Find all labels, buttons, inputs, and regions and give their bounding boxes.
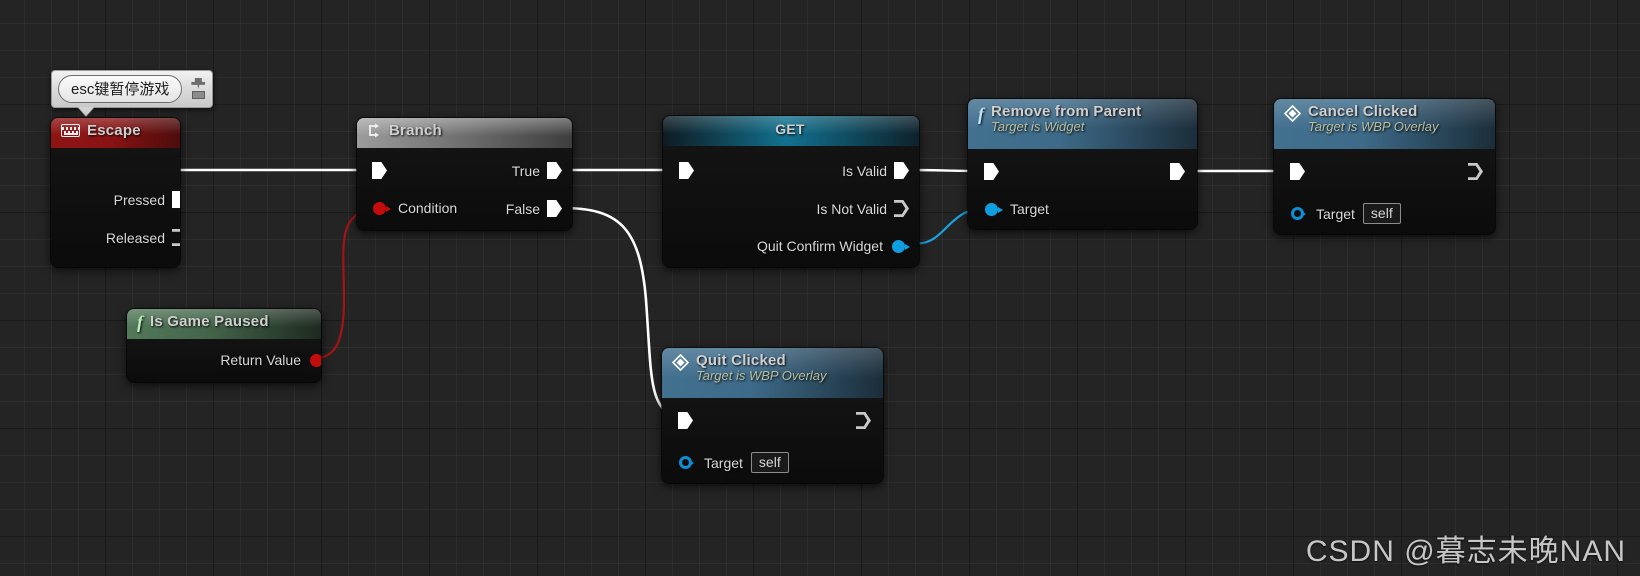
node-escape-title: Escape xyxy=(87,122,141,139)
comment-bubble[interactable]: esc键暂停游戏 xyxy=(51,70,214,116)
node-cancel-clicked-header: Cancel Clicked Target is WBP Overlay xyxy=(1274,99,1495,149)
node-cancel-clicked-subtitle: Target is WBP Overlay xyxy=(1308,119,1439,134)
pin-quit-exec-out[interactable] xyxy=(856,412,871,429)
pin-cancel-exec-out[interactable] xyxy=(1468,163,1483,180)
pin-branch-false-label: False xyxy=(505,200,540,217)
pin-escape-pressed-label: Pressed xyxy=(113,191,165,208)
cancel-target-value[interactable]: self xyxy=(1362,203,1401,224)
exec-pin-false[interactable] xyxy=(547,200,562,217)
pin-cancel-exec-in[interactable] xyxy=(1290,163,1305,180)
exec-pin-get-in[interactable] xyxy=(679,162,694,179)
pin-get-quit-confirm-widget[interactable]: Quit Confirm Widget xyxy=(756,238,910,254)
node-quit-clicked-body: Target self xyxy=(662,398,883,483)
pin-igp-return-value-label: Return Value xyxy=(220,352,301,368)
pin-igp-return-value[interactable]: Return Value xyxy=(220,352,321,368)
node-get-header: GET xyxy=(663,116,919,146)
pin-rfp-target[interactable]: Target xyxy=(985,201,1049,217)
node-branch-header: Branch xyxy=(357,118,572,148)
pin-escape-released-label: Released xyxy=(105,229,165,246)
node-quit-clicked[interactable]: Quit Clicked Target is WBP Overlay Targe… xyxy=(662,348,883,483)
node-branch-body: Condition True False xyxy=(357,148,572,230)
pin-rfp-target-label: Target xyxy=(1010,201,1049,217)
pin-get-is-not-valid[interactable]: Is Not Valid xyxy=(816,200,909,217)
node-cancel-clicked[interactable]: Cancel Clicked Target is WBP Overlay Tar… xyxy=(1274,99,1495,234)
node-quit-clicked-subtitle: Target is WBP Overlay xyxy=(696,368,827,383)
pin-branch-condition[interactable]: Condition xyxy=(373,200,457,216)
pin-escape-released[interactable]: Released xyxy=(106,229,180,246)
node-branch[interactable]: Branch Condition True False xyxy=(357,118,572,230)
pin-branch-true[interactable]: True xyxy=(512,162,562,179)
node-get-body: Is Valid Is Not Valid Quit Confirm Widge… xyxy=(663,146,919,267)
function-icon: f xyxy=(978,104,984,124)
exec-pin-rfp-in[interactable] xyxy=(984,163,999,180)
node-remove-from-parent[interactable]: f Remove from Parent Target is Widget Ta… xyxy=(968,99,1197,229)
node-cancel-clicked-body: Target self xyxy=(1274,149,1495,234)
node-quit-clicked-title: Quit Clicked xyxy=(696,352,786,369)
node-cancel-clicked-title: Cancel Clicked xyxy=(1308,103,1418,120)
exec-pin-is-valid[interactable] xyxy=(894,162,909,179)
pushpin-icon[interactable] xyxy=(190,78,206,100)
node-remove-from-parent-header: f Remove from Parent Target is Widget xyxy=(968,99,1197,149)
data-pin-cancel-target[interactable] xyxy=(1291,207,1306,220)
node-remove-from-parent-body: Target xyxy=(968,149,1197,229)
exec-pin-released[interactable] xyxy=(172,229,180,246)
pin-quit-target[interactable]: Target self xyxy=(679,452,789,473)
pin-cancel-target-label: Target xyxy=(1316,205,1355,222)
node-is-game-paused-title: Is Game Paused xyxy=(150,313,269,330)
pin-get-quit-confirm-widget-label: Quit Confirm Widget xyxy=(756,238,883,254)
pin-quit-target-label: Target xyxy=(704,454,743,471)
node-escape-header: Escape xyxy=(51,118,180,148)
comment-bubble-tail xyxy=(78,107,94,116)
node-is-game-paused-body: Return Value xyxy=(127,339,321,382)
data-pin-return-value[interactable] xyxy=(310,353,321,367)
pin-get-is-valid[interactable]: Is Valid xyxy=(842,162,909,179)
exec-pin-quit-in[interactable] xyxy=(678,412,693,429)
exec-pin-branch-in[interactable] xyxy=(372,162,387,179)
pin-branch-exec-in[interactable] xyxy=(372,162,387,179)
quit-target-value[interactable]: self xyxy=(750,452,789,473)
function-icon: f xyxy=(137,311,143,332)
pin-get-exec-in[interactable] xyxy=(679,162,694,179)
node-branch-title: Branch xyxy=(389,122,442,139)
pin-escape-pressed[interactable]: Pressed xyxy=(114,191,180,208)
pin-cancel-target[interactable]: Target self xyxy=(1291,203,1401,224)
pin-quit-exec-in[interactable] xyxy=(678,412,693,429)
pin-branch-condition-label: Condition xyxy=(398,200,458,216)
node-get-title: GET xyxy=(775,121,805,137)
node-quit-clicked-header: Quit Clicked Target is WBP Overlay xyxy=(662,348,883,398)
node-remove-from-parent-subtitle: Target is Widget xyxy=(991,119,1085,134)
exec-pin-pressed[interactable] xyxy=(172,191,180,208)
pin-get-is-valid-label: Is Valid xyxy=(842,162,887,179)
watermark-text: CSDN @暮志未晚NAN xyxy=(1305,535,1626,568)
data-pin-quit-confirm-widget[interactable] xyxy=(892,239,910,253)
pin-branch-true-label: True xyxy=(511,162,540,179)
exec-pin-rfp-out[interactable] xyxy=(1170,163,1185,180)
comment-bubble-text: esc键暂停游戏 xyxy=(58,75,183,103)
node-is-game-paused-header: f Is Game Paused xyxy=(127,309,321,339)
pin-get-is-not-valid-label: Is Not Valid xyxy=(816,200,887,217)
keyboard-icon xyxy=(61,124,80,137)
exec-pin-true[interactable] xyxy=(547,162,562,179)
exec-pin-quit-out[interactable] xyxy=(856,412,871,429)
data-pin-rfp-target[interactable] xyxy=(985,202,1003,216)
data-pin-condition[interactable] xyxy=(373,201,391,215)
node-escape-body: Pressed Released Key xyxy=(51,148,180,267)
pin-rfp-exec-in[interactable] xyxy=(984,163,999,180)
event-dispatcher-icon xyxy=(671,353,690,372)
wire-layer xyxy=(180,168,1294,422)
node-escape[interactable]: Escape Pressed Released Key xyxy=(51,118,180,267)
pin-branch-false[interactable]: False xyxy=(506,200,562,217)
node-get[interactable]: GET Is Valid Is Not Valid Quit Confirm W… xyxy=(663,116,919,267)
data-pin-quit-target[interactable] xyxy=(679,456,694,469)
node-remove-from-parent-title: Remove from Parent xyxy=(991,103,1142,120)
exec-pin-cancel-in[interactable] xyxy=(1290,163,1305,180)
exec-pin-is-not-valid[interactable] xyxy=(894,200,909,217)
event-dispatcher-icon xyxy=(1283,104,1302,123)
pin-rfp-exec-out[interactable] xyxy=(1170,163,1185,180)
blueprint-graph-canvas[interactable]: esc键暂停游戏 Escape Pressed Released Key xyxy=(0,0,1640,576)
node-is-game-paused[interactable]: f Is Game Paused Return Value xyxy=(127,309,321,382)
exec-pin-cancel-out[interactable] xyxy=(1468,163,1483,180)
branch-icon xyxy=(367,123,382,138)
